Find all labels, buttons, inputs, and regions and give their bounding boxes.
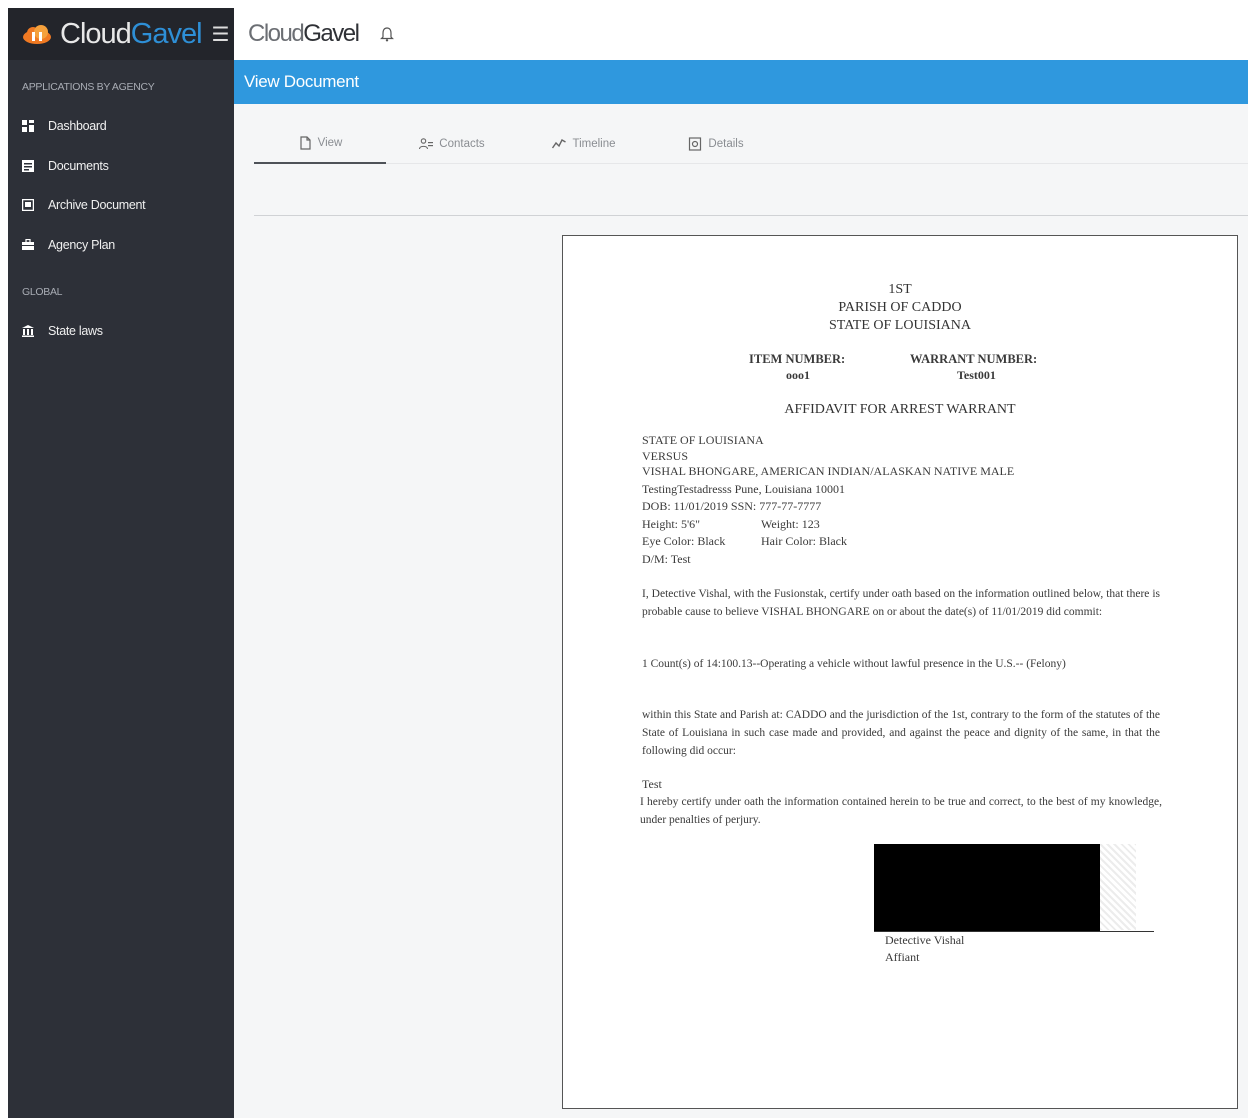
doc-parish: PARISH OF CADDO [838, 300, 962, 315]
hamburger-icon[interactable]: ☰ [212, 22, 230, 47]
details-icon [689, 137, 702, 151]
hair-color-field: Hair Color: Black [761, 534, 847, 548]
redacted-signature [874, 844, 1100, 932]
tab-contacts[interactable]: Contacts [386, 124, 518, 164]
height-field: Height: 5'6" [642, 517, 701, 531]
warrant-number-value: Test001 [957, 368, 996, 382]
sidebar-item-label: Agency Plan [48, 238, 115, 252]
tab-bar: View Contacts Timeline Details [254, 124, 1248, 164]
sidebar-item-documents[interactable]: Documents [22, 159, 109, 173]
item-number-label: ITEM NUMBER: [749, 352, 846, 366]
section-title-global: GLOBAL [22, 286, 63, 298]
app-title-gavel: Gavel [303, 20, 360, 47]
brand-gavel-text: Gavel [130, 17, 203, 50]
briefcase-icon [22, 239, 34, 250]
case-line: STATE OF LOUISIANA [642, 433, 764, 447]
tab-label: Timeline [572, 138, 616, 150]
document-page: 1ST PARISH OF CADDO STATE OF LOUISIANA I… [563, 236, 1237, 1108]
tab-timeline[interactable]: Timeline [518, 124, 650, 164]
dashboard-icon [22, 120, 34, 132]
sidebar: Cloud Gavel ☰ APPLICATIONS BY AGENCY Dash… [8, 8, 234, 1118]
doc-state: STATE OF LOUISIANA [829, 318, 971, 333]
tab-details[interactable]: Details [650, 124, 782, 164]
oath-paragraph: I hereby certify under oath the informat… [640, 796, 1162, 826]
divider [254, 215, 1248, 216]
case-line: TestingTestadresss Pune, Louisiana 10001 [642, 482, 845, 496]
case-line: VERSUS [642, 449, 689, 463]
file-icon [300, 136, 311, 150]
contacts-icon [419, 138, 434, 150]
tab-label: Contacts [439, 138, 485, 150]
app-title-cloud: Cloud [248, 20, 305, 47]
section-title-agency: APPLICATIONS BY AGENCY [22, 81, 155, 93]
item-number-value: ooo1 [786, 368, 810, 382]
warrant-number-label: WARRANT NUMBER: [910, 352, 1038, 366]
page-title-bar: View Document [234, 60, 1248, 104]
sidebar-item-state-laws[interactable]: State laws [22, 324, 103, 338]
document-viewer[interactable]: 1ST PARISH OF CADDO STATE OF LOUISIANA I… [562, 235, 1238, 1109]
dm-field: D/M: Test [642, 552, 691, 566]
signature-stamp [1100, 844, 1136, 930]
sidebar-item-agency-plan[interactable]: Agency Plan [22, 238, 115, 252]
doc-court: 1ST [888, 282, 912, 297]
cloud-logo-icon [23, 25, 51, 44]
charge-paragraph: 1 Count(s) of 14:100.13--Operating a veh… [642, 658, 1066, 670]
sidebar-item-label: State laws [48, 324, 103, 338]
jurisdiction-paragraph: within this State and Parish at: CADDO a… [642, 709, 1160, 757]
sidebar-item-archive-document[interactable]: Archive Document [22, 198, 146, 212]
case-line: DOB: 11/01/2019 SSN: 777-77-7777 [642, 499, 822, 513]
archive-icon [22, 199, 34, 211]
eye-color-field: Eye Color: Black [642, 534, 726, 548]
sidebar-item-dashboard[interactable]: Dashboard [22, 119, 107, 133]
case-line: VISHAL BHONGARE, AMERICAN INDIAN/ALASKAN… [642, 464, 1015, 478]
brand-cloud-text: Cloud [60, 17, 132, 50]
bell-icon[interactable] [380, 26, 395, 42]
weight-field: Weight: 123 [761, 517, 820, 531]
top-bar: Cloud Gavel [234, 8, 1248, 60]
page-title: View Document [244, 72, 359, 91]
signature-line [874, 931, 1154, 932]
signer-role: Affiant [885, 950, 920, 964]
certification-paragraph: I, Detective Vishal, with the Fusionstak… [642, 588, 1160, 618]
sidebar-item-label: Documents [48, 159, 109, 173]
signer-name: Detective Vishal [885, 933, 965, 947]
courthouse-icon [22, 325, 34, 337]
timeline-icon [552, 139, 567, 149]
occurrence-text: Test [642, 777, 662, 791]
doc-title: AFFIDAVIT FOR ARREST WARRANT [784, 402, 1016, 417]
tab-label: Details [708, 138, 744, 150]
tab-label: View [317, 137, 343, 149]
sidebar-item-label: Dashboard [48, 119, 107, 133]
document-icon [22, 160, 34, 172]
brand: Cloud Gavel ☰ [8, 8, 234, 60]
sidebar-item-label: Archive Document [48, 198, 146, 212]
tab-view[interactable]: View [254, 124, 386, 164]
